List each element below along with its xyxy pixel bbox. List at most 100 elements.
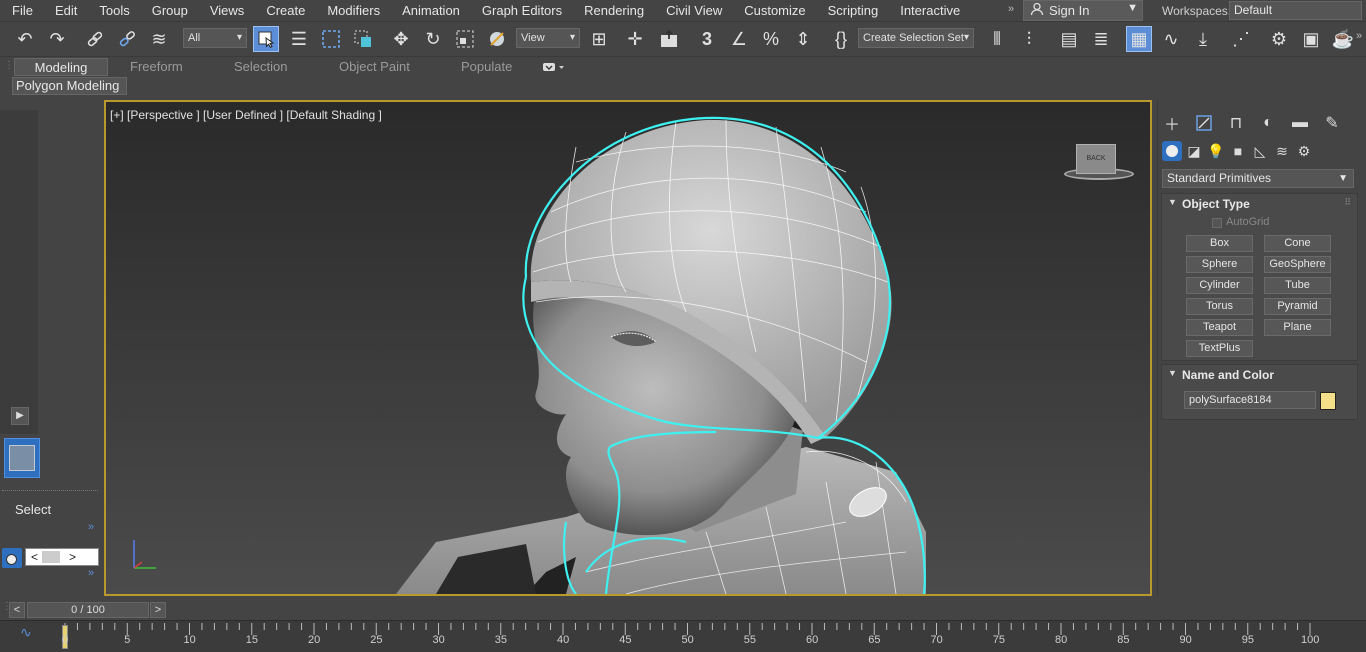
name-and-color-title[interactable]: Name and Color: [1182, 368, 1274, 382]
viewport-layout-tab[interactable]: [4, 438, 40, 478]
create-tab-icon[interactable]: ＋: [1160, 112, 1184, 134]
collapse-icon[interactable]: ▼: [1168, 197, 1177, 207]
previous-frame-button[interactable]: <: [9, 602, 25, 618]
scale-icon[interactable]: [452, 26, 478, 52]
menu-create[interactable]: Create: [254, 0, 315, 21]
shapes-category-icon[interactable]: ◪: [1184, 141, 1204, 161]
rotate-icon[interactable]: ↻: [420, 26, 446, 52]
render-production-icon[interactable]: ☕: [1330, 26, 1356, 52]
mirror-icon[interactable]: ⫴: [984, 26, 1010, 52]
tab-selection[interactable]: Selection: [220, 58, 301, 76]
edit-named-selection-icon[interactable]: {}: [828, 26, 854, 52]
object-color-swatch[interactable]: [1320, 392, 1336, 410]
utilities-tab-icon[interactable]: ✎: [1320, 112, 1344, 134]
layer-explorer-icon[interactable]: ≣: [1088, 26, 1114, 52]
cylinder-button[interactable]: Cylinder: [1186, 277, 1253, 294]
primitive-type-select[interactable]: Standard Primitives ▼: [1162, 169, 1354, 188]
rectangular-selection-icon[interactable]: [318, 26, 344, 52]
pyramid-button[interactable]: Pyramid: [1264, 298, 1331, 315]
geosphere-button[interactable]: GeoSphere: [1264, 256, 1331, 273]
display-tab-icon[interactable]: ▬: [1288, 112, 1312, 134]
motion-tab-icon[interactable]: ◐: [1256, 112, 1280, 134]
schematic-view-icon[interactable]: ⤓: [1190, 26, 1216, 52]
scroll-thumb[interactable]: [42, 551, 60, 563]
menu-interactive[interactable]: Interactive: [888, 0, 970, 21]
modify-tab-icon[interactable]: [1192, 112, 1216, 134]
systems-category-icon[interactable]: ⚙: [1294, 141, 1314, 161]
expand-icon[interactable]: »: [88, 521, 94, 533]
space-warps-category-icon[interactable]: ≋: [1272, 141, 1292, 161]
sign-in-button[interactable]: Sign In ▼: [1023, 0, 1143, 21]
geometry-category-icon[interactable]: [1162, 141, 1182, 161]
bind-space-warp-icon[interactable]: ≋: [146, 26, 172, 52]
menu-customize[interactable]: Customize: [732, 0, 815, 21]
workspaces-select[interactable]: Default: [1229, 1, 1362, 20]
redo-icon[interactable]: ↷: [44, 26, 70, 52]
scene-explorer-icon[interactable]: ▤: [1056, 26, 1082, 52]
snaps-toggle-icon[interactable]: 3: [694, 26, 720, 52]
textplus-button[interactable]: TextPlus: [1186, 340, 1253, 357]
tab-object-paint[interactable]: Object Paint: [325, 58, 424, 76]
cameras-category-icon[interactable]: ■: [1228, 141, 1248, 161]
object-name-field[interactable]: polySurface8184: [1184, 391, 1316, 409]
menu-modifiers[interactable]: Modifiers: [315, 0, 390, 21]
menu-group[interactable]: Group: [140, 0, 198, 21]
perspective-viewport[interactable]: [+] [Perspective ] [User Defined ] [Defa…: [104, 100, 1152, 596]
expand-layout-icon[interactable]: ▶: [11, 407, 29, 425]
hierarchy-tab-icon[interactable]: ⊓: [1224, 112, 1248, 134]
keyboard-shortcut-override-icon[interactable]: [656, 26, 682, 52]
angle-snap-icon[interactable]: ∠: [726, 26, 752, 52]
menu-tools[interactable]: Tools: [87, 0, 139, 21]
menu-graph-editors[interactable]: Graph Editors: [470, 0, 572, 21]
select-by-name-icon[interactable]: ☰: [286, 26, 312, 52]
percent-snap-icon[interactable]: %: [758, 26, 784, 52]
lights-category-icon[interactable]: 💡: [1206, 141, 1226, 161]
menu-file[interactable]: File: [0, 0, 43, 21]
menu-animation[interactable]: Animation: [390, 0, 470, 21]
selection-filter-select[interactable]: All: [183, 28, 247, 48]
next-frame-button[interactable]: >: [150, 602, 166, 618]
material-editor-icon[interactable]: ⋰: [1228, 26, 1254, 52]
autogrid-checkbox[interactable]: [1212, 218, 1222, 228]
ribbon-panel-polygon-modeling[interactable]: Polygon Modeling: [12, 77, 127, 95]
menu-overflow-icon[interactable]: »: [1008, 3, 1014, 15]
menu-rendering[interactable]: Rendering: [572, 0, 654, 21]
toggle-ribbon-icon[interactable]: ▦: [1126, 26, 1152, 52]
place-icon[interactable]: [484, 26, 510, 52]
menu-scripting[interactable]: Scripting: [816, 0, 889, 21]
collapse-icon[interactable]: ▼: [1168, 368, 1177, 378]
move-icon[interactable]: ✥: [388, 26, 414, 52]
link-icon[interactable]: [82, 26, 108, 52]
window-crossing-icon[interactable]: [350, 26, 376, 52]
reference-coordinate-select[interactable]: View: [516, 28, 580, 48]
curve-editor-icon[interactable]: ∿: [1158, 26, 1184, 52]
tab-populate[interactable]: Populate: [447, 58, 526, 76]
undo-icon[interactable]: ↶: [12, 26, 38, 52]
render-setup-icon[interactable]: ⚙: [1266, 26, 1292, 52]
tab-modeling[interactable]: Modeling: [14, 58, 108, 76]
select-object-icon[interactable]: [253, 26, 279, 52]
toolbar-overflow-icon[interactable]: »: [1356, 30, 1362, 42]
tab-freeform[interactable]: Freeform: [116, 58, 197, 76]
character-model[interactable]: [106, 102, 1150, 594]
cone-button[interactable]: Cone: [1264, 235, 1331, 252]
viewcube[interactable]: BACK LEFT: [1058, 142, 1138, 190]
box-button[interactable]: Box: [1186, 235, 1253, 252]
time-slider[interactable]: 0 / 100: [27, 602, 149, 618]
menu-civil-view[interactable]: Civil View: [654, 0, 732, 21]
plane-button[interactable]: Plane: [1264, 319, 1331, 336]
align-icon[interactable]: ⫶: [1016, 26, 1042, 52]
object-type-title[interactable]: Object Type: [1182, 197, 1250, 211]
selection-scroll-field[interactable]: < >: [25, 548, 99, 566]
named-selection-set-select[interactable]: Create Selection Set: [858, 28, 974, 48]
scroll-right-icon[interactable]: >: [69, 550, 76, 564]
teapot-button[interactable]: Teapot: [1186, 319, 1253, 336]
pivot-center-icon[interactable]: ⊞: [586, 26, 612, 52]
expand-icon-lower[interactable]: »: [88, 567, 94, 579]
menu-edit[interactable]: Edit: [43, 0, 87, 21]
menu-views[interactable]: Views: [198, 0, 254, 21]
sphere-button[interactable]: Sphere: [1186, 256, 1253, 273]
scroll-left-icon[interactable]: <: [31, 550, 38, 564]
rendered-frame-window-icon[interactable]: ▣: [1298, 26, 1324, 52]
helpers-category-icon[interactable]: ◺: [1250, 141, 1270, 161]
